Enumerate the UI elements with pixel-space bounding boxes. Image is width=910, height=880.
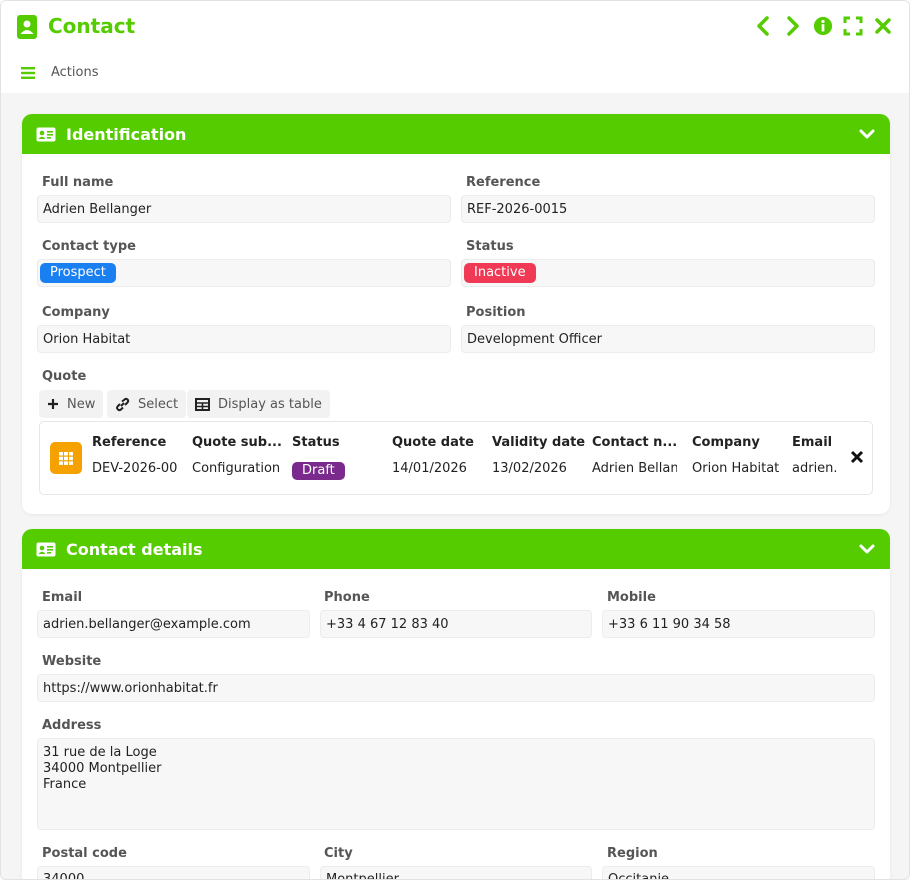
quote-reference-value: DEV-2026-00 [92, 461, 178, 476]
collapse-chevron-icon[interactable] [858, 540, 876, 558]
identification-header[interactable]: Identification [22, 114, 890, 154]
city-field[interactable]: Montpellier [320, 866, 592, 879]
quote-status-cell: Draft [292, 462, 345, 480]
quote-table-icon [50, 442, 82, 474]
contact-book-icon [16, 15, 38, 39]
window-header: Contact Actions [1, 1, 909, 93]
contact-details-title: Contact details [66, 539, 203, 559]
close-window-button[interactable] [873, 15, 893, 37]
next-record-button[interactable] [783, 15, 803, 37]
chevron-left-icon [757, 16, 769, 36]
identification-title: Identification [66, 124, 187, 144]
status-badge: Inactive [464, 263, 536, 283]
company-field[interactable]: Orion Habitat [37, 325, 451, 353]
previous-record-button[interactable] [753, 15, 773, 37]
city-label: City [324, 846, 353, 861]
contact-type-badge: Prospect [40, 263, 116, 283]
contact-type-field[interactable]: Prospect [37, 259, 451, 287]
link-icon [116, 397, 130, 411]
quote-col-contact-name: Contact n... [592, 435, 678, 450]
quote-status-badge: Draft [292, 462, 345, 480]
quote-company-value: Orion Habitat [692, 461, 780, 476]
hamburger-icon [21, 66, 35, 79]
plus-icon [48, 399, 58, 409]
status-field[interactable]: Inactive [461, 259, 875, 287]
quote-label: Quote [42, 369, 87, 384]
mobile-field[interactable]: +33 6 11 90 34 58 [602, 610, 875, 638]
address-textarea[interactable]: 31 rue de la Loge 34000 Montpellier Fran… [37, 738, 875, 830]
quote-col-validity-date: Validity date [492, 435, 586, 450]
select-quote-label: Select [138, 396, 179, 412]
company-label: Company [42, 305, 110, 320]
phone-field[interactable]: +33 4 67 12 83 40 [320, 610, 592, 638]
quote-col-subject: Quote sub... [192, 435, 282, 450]
website-label: Website [42, 654, 102, 669]
position-field[interactable]: Development Officer [461, 325, 875, 353]
quote-validity-date-value: 13/02/2026 [492, 461, 567, 476]
select-quote-button[interactable]: Select [107, 390, 187, 418]
close-icon [850, 450, 864, 464]
info-icon [813, 16, 833, 36]
quote-record-card[interactable]: Reference Quote sub... Status Quote date… [39, 421, 873, 495]
phone-label: Phone [324, 590, 370, 605]
status-label: Status [466, 239, 514, 254]
chevron-right-icon [787, 16, 799, 36]
new-quote-button[interactable]: New [39, 390, 104, 418]
full-name-label: Full name [42, 175, 114, 190]
actions-menu[interactable]: Actions [21, 65, 99, 80]
contact-details-section: Contact details Email adrien.bellanger@e… [22, 529, 890, 879]
quote-col-status: Status [292, 435, 340, 450]
postal-code-label: Postal code [42, 846, 127, 861]
collapse-chevron-icon[interactable] [858, 125, 876, 143]
postal-code-field[interactable]: 34000 [37, 866, 310, 879]
address-label: Address [42, 718, 102, 733]
unlink-quote-button[interactable] [850, 450, 864, 464]
region-field[interactable]: Occitanie [602, 866, 875, 879]
actions-label: Actions [51, 65, 99, 80]
quote-col-reference: Reference [92, 435, 167, 450]
info-button[interactable] [813, 15, 833, 37]
quote-col-email: Email [792, 435, 833, 450]
window-title: Contact [48, 14, 136, 38]
quote-subject-value: Configuration [192, 461, 281, 476]
window-controls [753, 15, 893, 37]
display-as-table-label: Display as table [218, 396, 322, 412]
reference-label: Reference [466, 175, 541, 190]
quote-contact-name-value: Adrien Bellang [592, 461, 677, 476]
email-label: Email [42, 590, 83, 605]
fullscreen-button[interactable] [843, 15, 863, 37]
display-as-table-button[interactable]: Display as table [187, 390, 330, 418]
quote-col-company: Company [692, 435, 760, 450]
email-field[interactable]: adrien.bellanger@example.com [37, 610, 310, 638]
id-card-icon [36, 540, 58, 558]
address-line-3: France [43, 777, 87, 792]
position-label: Position [466, 305, 526, 320]
contact-window: Contact Actions Identification Full name… [0, 0, 910, 880]
full-name-field[interactable]: Adrien Bellanger [37, 195, 451, 223]
quote-col-quote-date: Quote date [392, 435, 474, 450]
reference-field[interactable]: REF-2026-0015 [461, 195, 875, 223]
region-label: Region [607, 846, 658, 861]
id-card-icon [36, 125, 58, 143]
quote-date-value: 14/01/2026 [392, 461, 467, 476]
website-field[interactable]: https://www.orionhabitat.fr [37, 674, 875, 702]
contact-details-header[interactable]: Contact details [22, 529, 890, 569]
close-icon [875, 18, 891, 34]
contact-type-label: Contact type [42, 239, 136, 254]
mobile-label: Mobile [607, 590, 656, 605]
new-quote-label: New [67, 396, 96, 412]
quote-email-value: adrien.l [792, 461, 836, 476]
table-icon [195, 397, 210, 411]
address-line-2: 34000 Montpellier [43, 761, 162, 776]
expand-icon [843, 16, 863, 36]
identification-section: Identification Full name Adrien Bellange… [22, 114, 890, 514]
address-line-1: 31 rue de la Loge [43, 745, 157, 760]
